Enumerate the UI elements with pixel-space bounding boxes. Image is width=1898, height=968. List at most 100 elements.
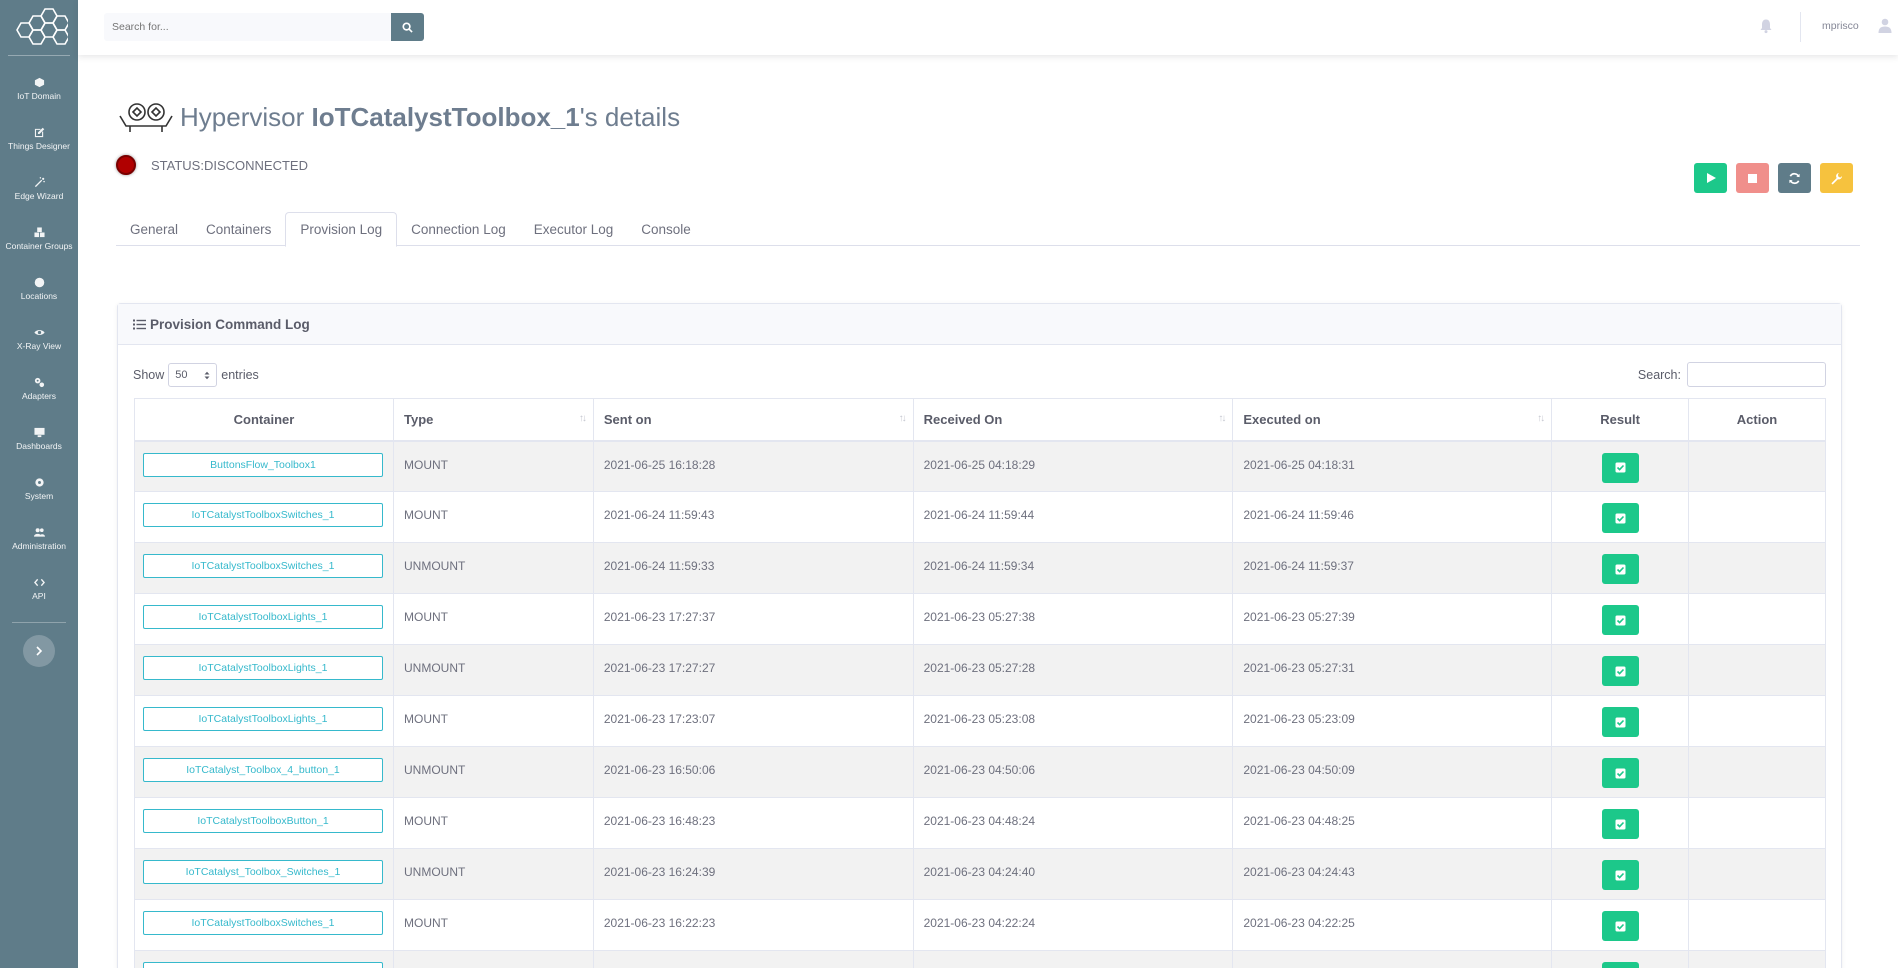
- cell-received-on: 2021-06-23 05:23:08: [912, 695, 1234, 747]
- sidebar-divider: [12, 622, 66, 623]
- sidebar-item-container-groups[interactable]: Container Groups: [0, 214, 78, 264]
- search-button[interactable]: [391, 13, 424, 41]
- cell-action: [1688, 440, 1826, 492]
- result-success-button[interactable]: [1601, 605, 1639, 635]
- page-title-prefix: Hypervisor: [180, 101, 312, 132]
- result-success-button[interactable]: [1601, 503, 1639, 533]
- sidebar-item-adapters[interactable]: Adapters: [0, 364, 78, 414]
- cubes-icon: [33, 226, 45, 238]
- entries-value: 50: [175, 369, 188, 381]
- cell-result: [1551, 644, 1690, 696]
- users-icon: [33, 526, 45, 538]
- col-executed-on[interactable]: Executed on ↑↓: [1232, 398, 1553, 442]
- cell-received-on: 2021-06-23 05:27:38: [912, 593, 1234, 645]
- sidebar-toggle-button[interactable]: [23, 635, 55, 667]
- result-success-button[interactable]: [1601, 452, 1639, 483]
- col-sent-on[interactable]: Sent on ↑↓: [592, 398, 914, 442]
- cell-executed-on: 2021-06-25 04:18:31: [1232, 440, 1553, 492]
- cell-executed-on: 2021-06-23 05:27:39: [1232, 593, 1553, 645]
- container-link-button[interactable]: IoTCatalystToolboxButton_1: [143, 809, 383, 833]
- app-logo[interactable]: [8, 0, 70, 56]
- result-success-button[interactable]: [1601, 707, 1639, 737]
- cell-action: [1688, 848, 1826, 900]
- col-received-on[interactable]: Received On ↑↓: [912, 398, 1234, 442]
- tab-executor-log[interactable]: Executor Log: [520, 212, 628, 246]
- cell-sent-on: 2021-06-24 11:59:33: [592, 542, 914, 594]
- result-success-button[interactable]: [1601, 656, 1639, 686]
- cell-type: MOUNT: [392, 695, 594, 747]
- sidebar-item-x-ray-view[interactable]: X-Ray View: [0, 314, 78, 364]
- col-type[interactable]: Type ↑↓: [392, 398, 594, 442]
- cell-result: [1551, 950, 1690, 968]
- col-container[interactable]: Container: [134, 398, 394, 442]
- cell-executed-on: 2021-06-23 04:48:25: [1232, 797, 1553, 849]
- entries-label: entries: [221, 368, 259, 382]
- page-title-suffix: 's details: [579, 101, 681, 132]
- result-success-button[interactable]: [1601, 809, 1639, 839]
- refresh-button[interactable]: [1778, 163, 1811, 193]
- check-square-icon: [1615, 564, 1626, 574]
- cell-result: [1551, 593, 1690, 645]
- check-square-icon: [1615, 615, 1626, 625]
- sidebar-item-edge-wizard[interactable]: Edge Wizard: [0, 164, 78, 214]
- col-received-on-label: Received On: [923, 411, 1003, 427]
- user-icon[interactable]: [1878, 18, 1892, 33]
- search-input[interactable]: [104, 13, 391, 41]
- tab-provision-log[interactable]: Provision Log: [285, 212, 398, 247]
- cell-sent-on: 2021-06-23 16:22:23: [592, 899, 914, 951]
- result-success-button[interactable]: [1601, 758, 1639, 788]
- table-row: IoTCatalystToolboxLights_1 MOUNT 2021-06-2…: [134, 695, 1826, 747]
- container-link-button[interactable]: IoTCatalystToolboxSwitches_1: [143, 503, 383, 527]
- select-arrows-icon: [204, 371, 210, 379]
- cell-action: [1688, 797, 1826, 849]
- cell-result: [1551, 491, 1690, 543]
- sidebar-item-label: Container Groups: [5, 241, 73, 251]
- result-success-button[interactable]: [1601, 911, 1639, 941]
- cube-icon: [33, 76, 45, 88]
- sidebar-item-system[interactable]: System: [0, 464, 78, 514]
- entries-select[interactable]: 50: [168, 363, 218, 387]
- settings-button[interactable]: [1820, 163, 1853, 193]
- detail-tabs: General Containers Provision Log Connect…: [116, 212, 1860, 247]
- sidebar-item-api[interactable]: API: [0, 564, 78, 614]
- tab-general[interactable]: General: [116, 212, 192, 246]
- check-square-icon: [1615, 513, 1626, 523]
- container-link-button[interactable]: IoTCatalystToolboxLights_1: [143, 707, 383, 731]
- tab-console[interactable]: Console: [627, 212, 705, 246]
- action-buttons: [1694, 163, 1853, 193]
- table-search-input[interactable]: [1687, 362, 1826, 387]
- sidebar-item-dashboards[interactable]: Dashboards: [0, 414, 78, 464]
- sidebar-item-locations[interactable]: Locations: [0, 264, 78, 314]
- search-icon: [402, 21, 413, 33]
- sidebar-item-administration[interactable]: Administration: [0, 514, 78, 564]
- tab-connection-log[interactable]: Connection Log: [397, 212, 520, 246]
- container-link-button[interactable]: IoTCatalystToolboxLights_1: [143, 656, 383, 680]
- container-link-button[interactable]: ButtonsFlow_Toolbox1: [143, 452, 383, 477]
- container-link-button[interactable]: IoTCatalyst_Toolbox_Switches_1: [143, 860, 383, 884]
- sort-icon: ↑↓: [1537, 413, 1545, 424]
- stop-button[interactable]: [1736, 163, 1769, 193]
- cell-received-on: 2021-06-23 04:07:56: [912, 950, 1234, 968]
- sidebar-item-things-designer[interactable]: Things Designer: [0, 114, 78, 164]
- container-link-button[interactable]: IoTCatalyst_Toolbox_4_button_1: [143, 758, 383, 782]
- cell-received-on: 2021-06-24 11:59:34: [912, 542, 1234, 594]
- tab-containers[interactable]: Containers: [192, 212, 285, 246]
- start-button[interactable]: [1694, 163, 1727, 193]
- username[interactable]: mprisco: [1822, 20, 1859, 32]
- sidebar-item-iot-domain[interactable]: IoT Domain: [0, 64, 78, 114]
- provision-log-card: Provision Command Log Show 50 entries Se…: [117, 303, 1842, 968]
- col-sent-on-label: Sent on: [603, 411, 652, 427]
- status-dot: [116, 155, 136, 175]
- result-success-button[interactable]: [1601, 860, 1639, 890]
- table-search-label: Search:: [1637, 367, 1681, 382]
- container-link-button[interactable]: IoTCatalystToolboxSwitches_1: [143, 911, 383, 935]
- container-link-button[interactable]: IoTCatalystToolboxSwitches_1: [143, 554, 383, 578]
- bell-icon[interactable]: [1758, 18, 1774, 34]
- result-success-button[interactable]: [1601, 554, 1639, 584]
- result-success-button[interactable]: [1601, 962, 1639, 968]
- cell-sent-on: 2021-06-23 16:50:06: [592, 746, 914, 798]
- sidebar-item-label: Locations: [20, 291, 58, 301]
- cell-action: [1688, 491, 1826, 543]
- container-link-button[interactable]: IoTCatalystToolboxLights_1: [143, 605, 383, 629]
- container-link-button[interactable]: IoTCatalyst_Toolbox_Switches_1: [143, 962, 383, 968]
